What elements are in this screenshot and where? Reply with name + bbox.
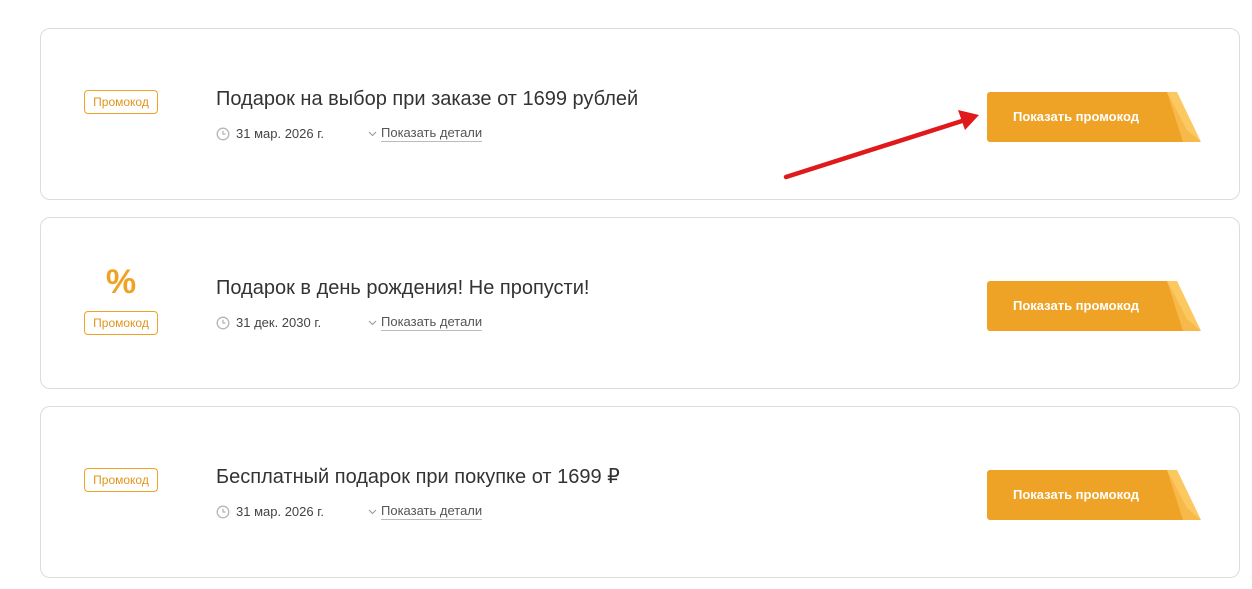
promo-badge: Промокод [84, 311, 158, 335]
show-details-label: Показать детали [381, 503, 483, 520]
show-promo-button[interactable]: Показать промокод [987, 92, 1201, 142]
promo-badge: Промокод [84, 90, 158, 114]
promo-card: % Промокод Подарок в день рождения! Не п… [40, 217, 1240, 389]
promo-type-column: Промокод [81, 29, 161, 199]
show-details-link[interactable]: Показать детали [368, 503, 483, 520]
promo-info: Бесплатный подарок при покупке от 1699 ₽… [216, 465, 620, 520]
expiry-date: 31 дек. 2030 г. [236, 315, 322, 330]
promo-badge: Промокод [84, 468, 158, 492]
show-promo-button-label: Показать промокод [1013, 487, 1139, 502]
clock-icon [216, 127, 230, 140]
promo-list: Промокод Подарок на выбор при заказе от … [0, 0, 1252, 589]
promo-info: Подарок в день рождения! Не пропусти! 31… [216, 276, 589, 331]
show-details-link[interactable]: Показать детали [368, 125, 483, 142]
clock-icon [216, 505, 230, 518]
show-promo-button-label: Показать промокод [1013, 109, 1139, 124]
chevron-down-icon [368, 320, 377, 325]
promo-title: Подарок в день рождения! Не пропусти! [216, 277, 590, 299]
show-details-label: Показать детали [381, 314, 483, 331]
promo-type-column: Промокод [81, 407, 161, 577]
promo-info: Подарок на выбор при заказе от 1699 рубл… [216, 87, 638, 142]
show-details-label: Показать детали [381, 125, 483, 142]
clock-icon [216, 316, 230, 329]
chevron-down-icon [368, 131, 377, 136]
show-promo-button-label: Показать промокод [1013, 298, 1139, 313]
expiry-date: 31 мар. 2026 г. [236, 504, 324, 519]
expiry-date: 31 мар. 2026 г. [236, 126, 324, 141]
promo-type-column: % Промокод [81, 218, 161, 388]
show-promo-button[interactable]: Показать промокод [987, 470, 1201, 520]
promo-title: Подарок на выбор при заказе от 1699 рубл… [216, 88, 639, 110]
show-promo-button[interactable]: Показать промокод [987, 281, 1201, 331]
promo-title: Бесплатный подарок при покупке от 1699 ₽ [216, 466, 620, 488]
promo-meta: 31 дек. 2030 г. Показать детали [216, 314, 589, 331]
promo-card: Промокод Бесплатный подарок при покупке … [40, 406, 1240, 578]
promo-card: Промокод Подарок на выбор при заказе от … [40, 28, 1240, 200]
promo-meta: 31 мар. 2026 г. Показать детали [216, 125, 638, 142]
percent-icon: % [105, 263, 137, 301]
show-details-link[interactable]: Показать детали [368, 314, 483, 331]
promo-meta: 31 мар. 2026 г. Показать детали [216, 503, 620, 520]
chevron-down-icon [368, 509, 377, 514]
